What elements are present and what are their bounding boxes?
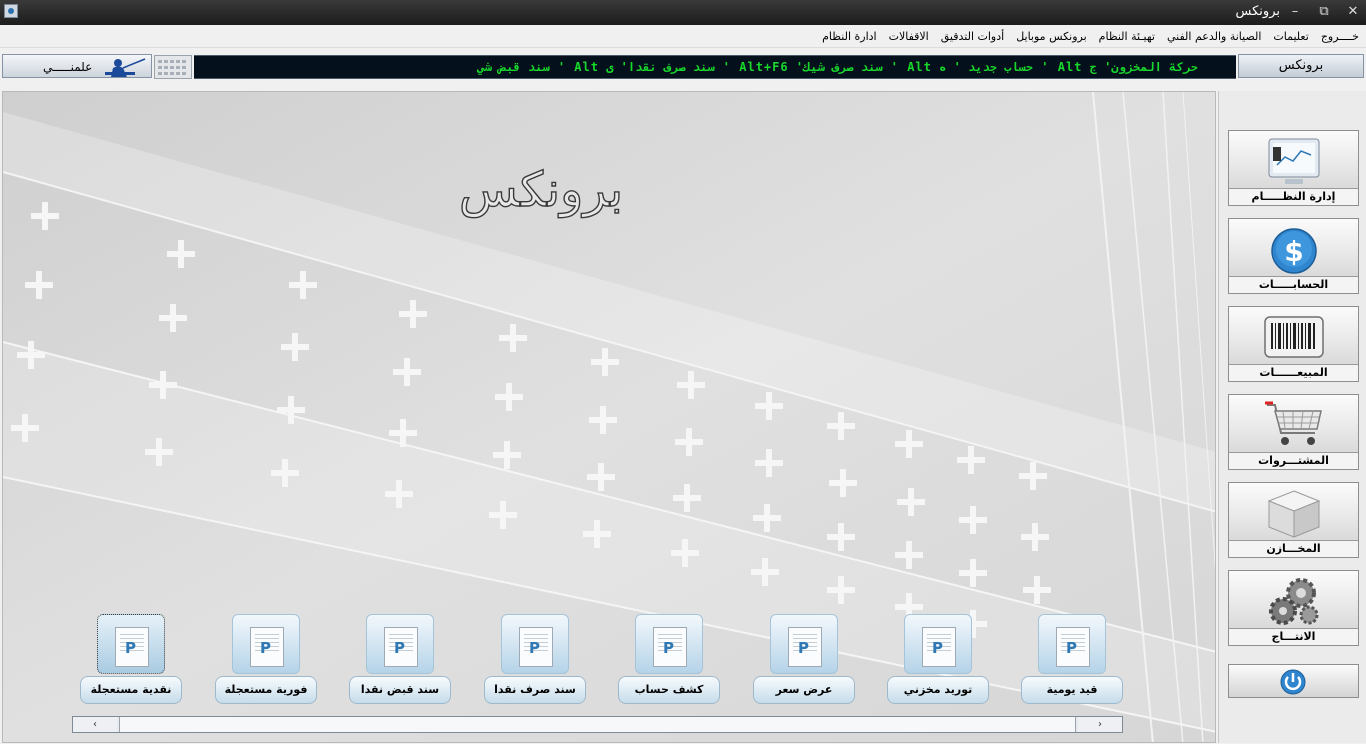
box-icon — [1267, 490, 1321, 538]
menu-closings[interactable]: الاقفالات — [888, 30, 930, 43]
shortcut-scrollbar[interactable]: ‹ › — [72, 716, 1123, 733]
shortcut-journal-entry[interactable]: قيد يومية — [1021, 612, 1123, 708]
calendar-icon[interactable] — [154, 55, 192, 79]
module-label: الحسابـــــات — [1229, 276, 1358, 293]
shortcut-label: نقدية مستعجلة — [80, 676, 182, 704]
module-label: الانتـــاج — [1229, 628, 1358, 645]
scroll-right-arrow[interactable]: › — [1078, 717, 1122, 732]
module-accounts[interactable]: $ الحسابـــــات — [1228, 218, 1359, 294]
svg-text:$: $ — [1284, 235, 1303, 268]
app-icon[interactable] — [4, 4, 18, 18]
menu-list: ادارة النظام الاقفالات أدوات التدقيق برو… — [821, 25, 1360, 47]
document-icon — [653, 627, 687, 667]
module-warehouses[interactable]: المخـــازن — [1228, 482, 1359, 558]
scroll-left-arrow[interactable]: ‹ — [73, 717, 117, 732]
shortcut-tile — [770, 614, 838, 674]
info-bar: برونكس حركة المخزون' ج Alt ' حساب جديد '… — [0, 54, 1366, 80]
module-label: المشتـــروات — [1229, 452, 1358, 469]
shortcut-account-statement[interactable]: كشف حساب — [618, 612, 720, 708]
shortcut-tile — [635, 614, 703, 674]
title-bar: برونكس – ⧉ ✕ — [0, 0, 1366, 25]
shortcut-label: فورية مستعجلة — [215, 676, 317, 704]
menu-system-management[interactable]: ادارة النظام — [821, 30, 878, 43]
menu-maintenance-support[interactable]: الصيانة والدعم الفني — [1166, 30, 1262, 43]
shortcut-stock-supply[interactable]: توريد مخزني — [887, 612, 989, 708]
document-icon — [1056, 627, 1090, 667]
module-system-management[interactable]: إدارة النظـــــام — [1228, 130, 1359, 206]
shortcut-urgent-cash[interactable]: نقدية مستعجلة — [80, 612, 182, 708]
menu-exit[interactable]: خــــروج — [1320, 30, 1360, 43]
shortcut-label: كشف حساب — [618, 676, 720, 704]
module-panel: إدارة النظـــــام $ الحسابـــــات المبيع… — [1218, 91, 1366, 743]
dollar-icon: $ — [1271, 228, 1317, 274]
shortcut-bar: قيد يومية توريد مخزني عرض سعر كشف حساب س… — [80, 612, 1140, 712]
shortcut-label: سند قبض نقدا — [349, 676, 451, 704]
menu-system-setup[interactable]: تهيـئة النظام — [1098, 30, 1156, 43]
app-logo: برونكس — [458, 161, 624, 218]
document-icon — [519, 627, 553, 667]
barcode-icon — [1264, 316, 1324, 358]
power-button[interactable] — [1228, 664, 1359, 698]
shortcut-tile — [366, 614, 434, 674]
shortcut-ticker: حركة المخزون' ج Alt ' حساب جديد ' ه Alt … — [194, 55, 1236, 79]
shortcut-price-quote[interactable]: عرض سعر — [753, 612, 855, 708]
module-label: المخـــازن — [1229, 540, 1358, 557]
ticker-text: حركة المخزون' ج Alt ' حساب جديد ' ه Alt … — [477, 60, 1198, 74]
monitor-icon — [1268, 138, 1320, 184]
tutorial-label: علمنـــــي — [43, 60, 93, 74]
gears-icon — [1269, 578, 1319, 625]
cart-icon — [1265, 401, 1322, 445]
power-icon — [1280, 669, 1306, 695]
close-button[interactable]: ✕ — [1341, 2, 1365, 22]
module-label: المبيعــــــات — [1229, 364, 1358, 381]
menu-bar: ادارة النظام الاقفالات أدوات التدقيق برو… — [0, 25, 1366, 48]
tutorial-button[interactable]: علمنـــــي — [2, 54, 152, 78]
presenter-icon — [105, 58, 146, 77]
shortcut-label: قيد يومية — [1021, 676, 1123, 704]
shortcut-cash-receipt[interactable]: سند قبض نقدا — [349, 612, 451, 708]
brand-label: برونكس — [1238, 54, 1364, 78]
document-icon — [250, 627, 284, 667]
shortcut-tile — [232, 614, 300, 674]
shortcut-urgent-invoice[interactable]: فورية مستعجلة — [215, 612, 317, 708]
module-production[interactable]: الانتـــاج — [1228, 570, 1359, 646]
scroll-thumb[interactable] — [119, 717, 1076, 732]
document-icon — [384, 627, 418, 667]
shortcut-tile — [904, 614, 972, 674]
module-purchases[interactable]: المشتـــروات — [1228, 394, 1359, 470]
minimize-button[interactable]: – — [1283, 2, 1307, 22]
document-icon — [115, 627, 149, 667]
menu-help[interactable]: تعليمات — [1272, 30, 1309, 43]
shortcut-tile — [1038, 614, 1106, 674]
module-sales[interactable]: المبيعــــــات — [1228, 306, 1359, 382]
shortcut-tile — [501, 614, 569, 674]
shortcut-tile — [97, 614, 165, 674]
document-icon — [788, 627, 822, 667]
menu-mobile[interactable]: برونكس موبايل — [1015, 30, 1087, 43]
shortcut-label: عرض سعر — [753, 676, 855, 704]
shortcut-label: توريد مخزني — [887, 676, 989, 704]
window-title: برونكس — [1235, 4, 1280, 19]
shortcut-label: سند صرف نقدا — [484, 676, 586, 704]
shortcut-cash-payment[interactable]: سند صرف نقدا — [484, 612, 586, 708]
module-label: إدارة النظـــــام — [1229, 188, 1358, 205]
restore-button[interactable]: ⧉ — [1312, 2, 1336, 22]
document-icon — [922, 627, 956, 667]
menu-audit-tools[interactable]: أدوات التدقيق — [940, 30, 1005, 43]
